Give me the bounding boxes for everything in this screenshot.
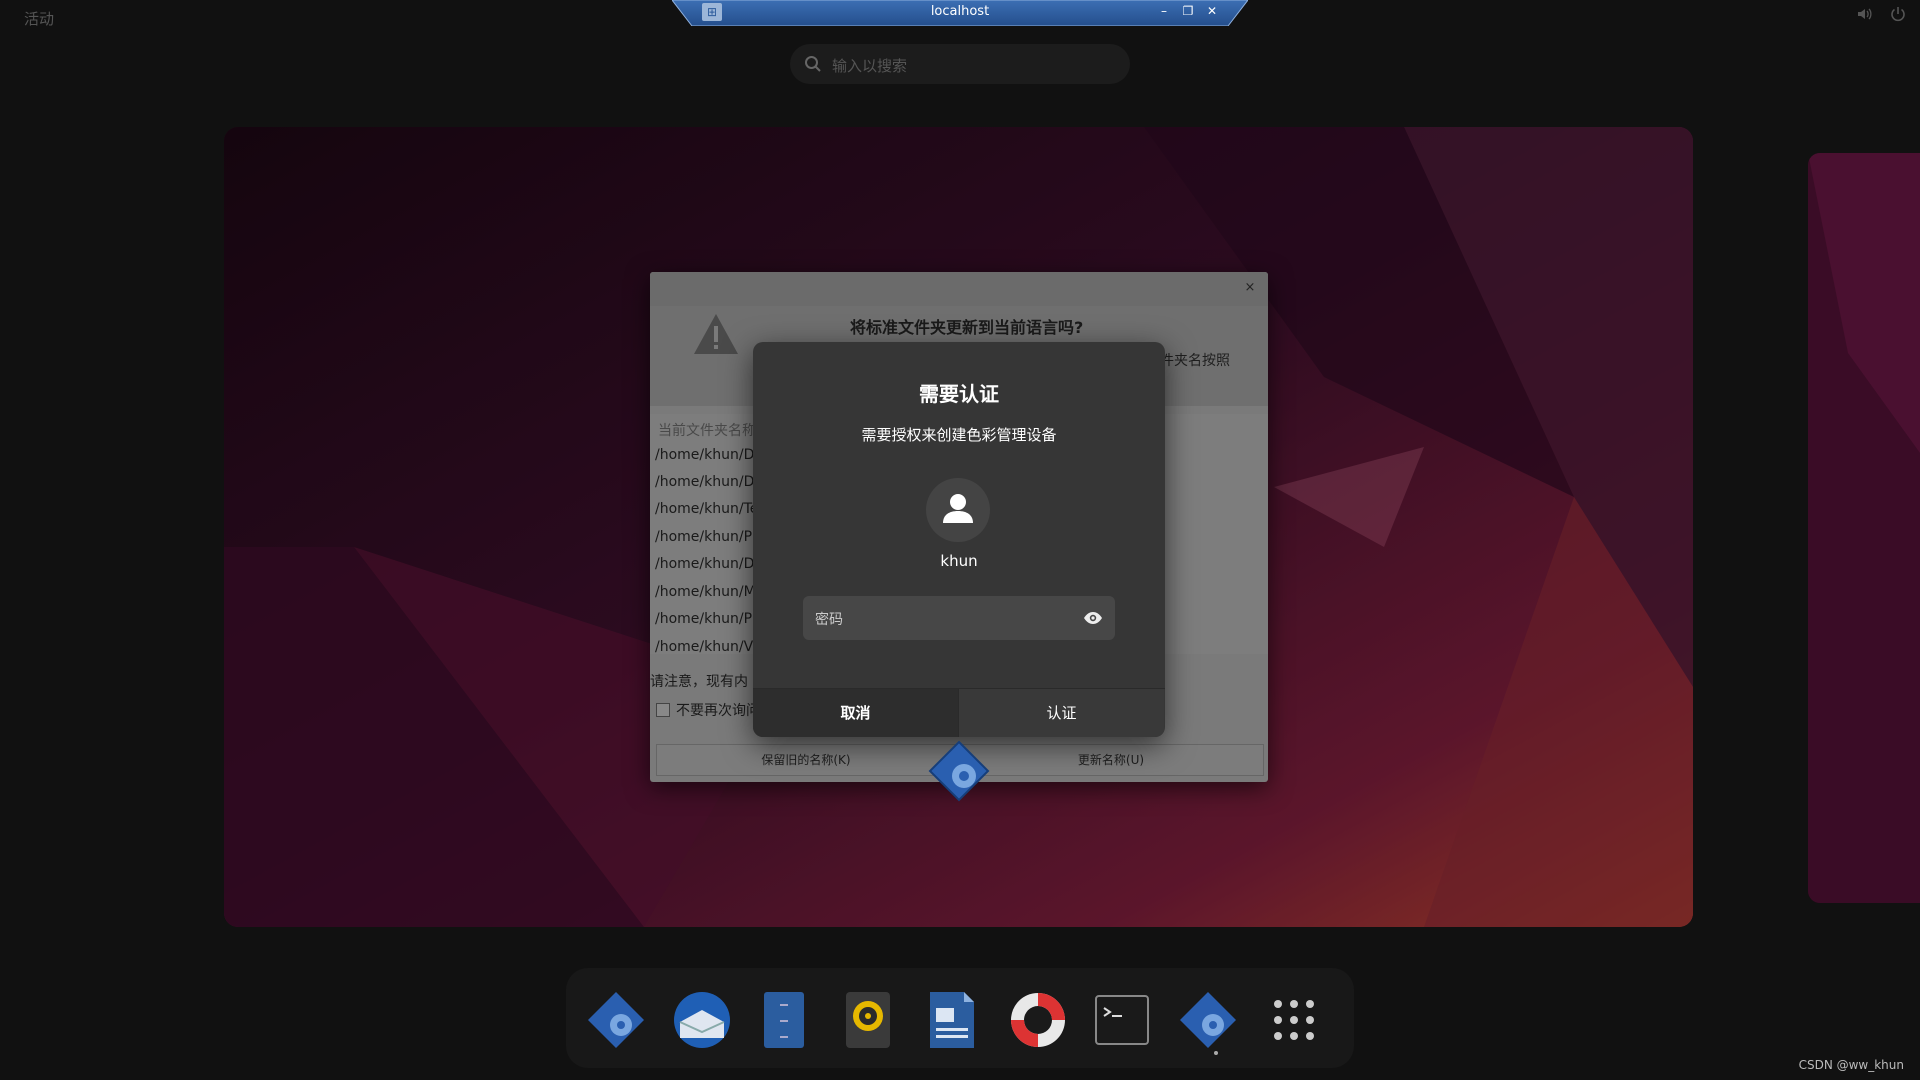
files-icon[interactable] (752, 988, 816, 1052)
auth-title: 需要认证 (919, 382, 999, 406)
warning-icon (694, 314, 738, 354)
software-properties-icon[interactable] (584, 988, 648, 1052)
thunderbird-icon[interactable] (670, 988, 734, 1052)
writer-icon[interactable] (920, 988, 984, 1052)
terminal-icon[interactable] (1090, 988, 1154, 1052)
minimize-icon[interactable]: – (1158, 2, 1170, 20)
auth-button-row: 取消 认证 (753, 688, 1165, 737)
authentication-dialog: 需要认证 需要授权来创建色彩管理设备 khun 密码 取消 认证 (753, 342, 1165, 737)
list-item: /home/khun/Vi (655, 639, 757, 655)
search-icon (805, 56, 821, 72)
close-icon[interactable]: ✕ (1206, 2, 1218, 20)
password-placeholder: 密码 (815, 612, 843, 628)
dialog-subtitle: 件夹名按照 (1160, 353, 1230, 369)
search-input[interactable]: 输入以搜索 (790, 44, 1130, 84)
power-icon[interactable] (1890, 6, 1906, 22)
dock (566, 968, 1354, 1068)
checkbox-label: 不要再次询问 (676, 703, 760, 719)
dont-ask-checkbox[interactable]: 不要再次询问 (656, 700, 760, 720)
dialog-note: 请注意，现有内 (650, 674, 748, 690)
avatar (926, 478, 990, 542)
update-names-button[interactable]: 更新名称(U) (958, 744, 1264, 776)
keep-old-names-button[interactable]: 保留旧的名称(K) (656, 744, 956, 776)
list-item: /home/khun/D (655, 447, 755, 463)
auth-message: 需要授权来创建色彩管理设备 (861, 426, 1057, 444)
volume-icon[interactable] (1856, 6, 1872, 22)
show-password-icon[interactable] (1083, 608, 1103, 628)
list-item: /home/khun/P (655, 611, 753, 627)
software-properties-icon (928, 740, 990, 802)
list-item: /home/khun/M (655, 584, 756, 600)
remote-connection-bar[interactable]: ⊞ localhost – ❐ ✕ (672, 0, 1248, 26)
dialog-title: 将标准文件夹更新到当前语言吗? (850, 318, 1084, 337)
system-tray[interactable] (1856, 6, 1906, 22)
list-item: /home/khun/Te (655, 501, 759, 517)
password-field[interactable]: 密码 (803, 596, 1115, 640)
list-item: /home/khun/D (655, 556, 755, 572)
next-workspace-thumbnail[interactable] (1808, 153, 1920, 903)
restore-icon[interactable]: ❐ (1182, 2, 1194, 20)
username: khun (940, 552, 978, 570)
dialog-header (650, 272, 1268, 306)
authenticate-button[interactable]: 认证 (959, 689, 1164, 737)
activities-button[interactable]: 活动 (18, 6, 60, 31)
watermark: CSDN @ww_khun (1798, 1058, 1904, 1072)
user-icon (943, 494, 973, 523)
software-properties-running-icon[interactable] (1176, 988, 1240, 1052)
close-icon[interactable]: × (1242, 280, 1258, 296)
running-indicator (1214, 1051, 1218, 1055)
cancel-button[interactable]: 取消 (753, 689, 959, 737)
search-placeholder: 输入以搜索 (832, 57, 908, 75)
checkbox-box[interactable] (656, 703, 670, 717)
help-icon[interactable] (1006, 988, 1070, 1052)
rhythmbox-icon[interactable] (836, 988, 900, 1052)
app-grid-icon[interactable] (1262, 988, 1326, 1052)
list-item: /home/khun/P (655, 529, 753, 545)
list-item: /home/khun/D (655, 474, 755, 490)
list-header: 当前文件夹名称 (658, 423, 756, 439)
